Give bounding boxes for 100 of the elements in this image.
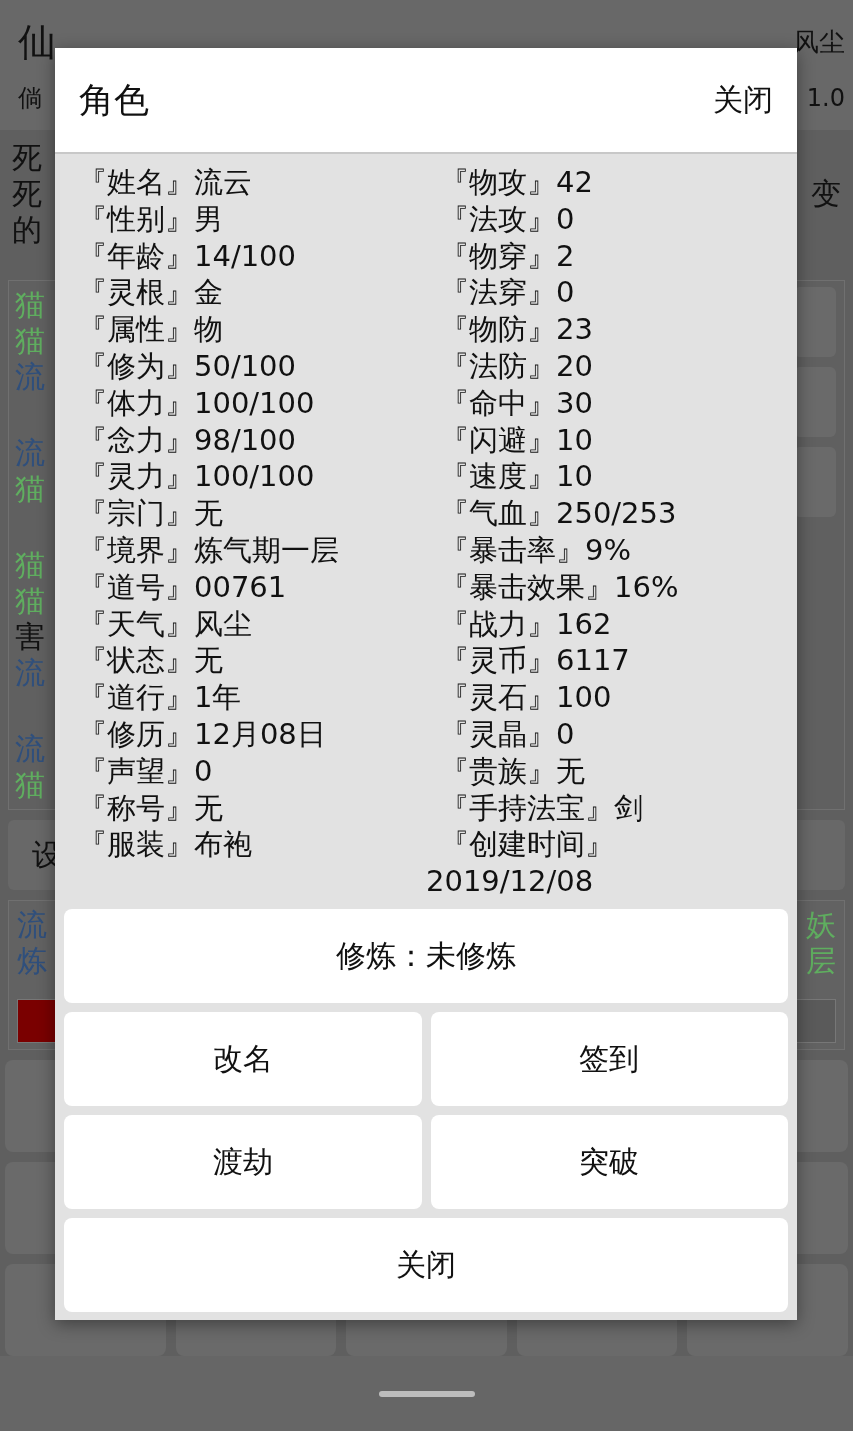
stat-label: 『属性』 (78, 311, 194, 348)
stat-value: 金 (194, 274, 223, 312)
stat-value: 100/100 (194, 384, 315, 422)
stat-label: 『气血』 (440, 495, 556, 532)
stat-value: 流云 (194, 164, 252, 201)
stat-value: 1年 (194, 679, 242, 716)
stat-value: 100/100 (194, 458, 315, 496)
stat-value: 2019/12/08 (426, 863, 595, 900)
stat-label: 『灵币』 (440, 642, 556, 680)
subtitle: 倘 (18, 82, 42, 114)
stat-value: 0 (556, 715, 575, 753)
stat-value: 无 (194, 495, 223, 532)
stat-value: 0 (556, 274, 575, 312)
stat-value: 剑 (614, 789, 643, 827)
stat-value: 0 (556, 200, 575, 238)
log-text: 死 (12, 176, 42, 212)
battle-log-text: 猫 (15, 547, 45, 583)
stat-value: 风尘 (194, 605, 252, 643)
stat-label: 『法防』 (440, 348, 556, 385)
action-button[interactable]: 改名 (64, 1012, 422, 1106)
stat-value: 16% (614, 568, 679, 606)
stat-label: 『性别』 (78, 200, 194, 238)
stat-label: 『修历』 (78, 715, 194, 753)
stat-label: 『宗门』 (78, 495, 194, 532)
log-text: 变 (811, 176, 841, 212)
stat-value: 10 (556, 421, 593, 459)
stat-label: 『修为』 (78, 348, 194, 385)
stat-value: 42 (556, 164, 593, 201)
battle-log-text: 害 (15, 619, 45, 655)
stat-value: 无 (556, 752, 585, 790)
stat-label: 『体力』 (78, 384, 194, 422)
stat-value: 炼气期一层 (194, 531, 339, 569)
info-text: 妖 (806, 907, 836, 943)
dialog-title: 角色 (79, 78, 149, 122)
battle-log-text: 猫 (15, 323, 45, 359)
stat-value: 100 (556, 679, 612, 716)
home-indicator[interactable] (378, 1390, 475, 1397)
close-button[interactable]: 关闭 (64, 1218, 788, 1312)
stat-value: 9% (585, 531, 631, 569)
stat-label: 『手持法宝』 (440, 789, 614, 827)
stat-value: 50/100 (194, 348, 297, 385)
action-button[interactable]: 渡劫 (64, 1115, 422, 1209)
close-link[interactable]: 关闭 (713, 79, 773, 121)
action-button[interactable]: 突破 (430, 1115, 788, 1209)
stat-value: 20 (556, 348, 593, 385)
stat-label: 『命中』 (440, 384, 556, 422)
stat-label: 『暴击效果』 (440, 568, 614, 606)
stat-value: 无 (194, 642, 223, 680)
version-label: 1.0 (806, 83, 845, 112)
stat-value: 14/100 (194, 237, 297, 275)
stat-value: 162 (556, 605, 612, 643)
battle-log-text: 猫 (15, 471, 45, 507)
stat-value: 10 (556, 458, 593, 496)
stat-label: 『道号』 (78, 568, 194, 606)
stat-value: 98/100 (194, 421, 297, 459)
stat-label: 『姓名』 (78, 164, 194, 201)
stat-label: 『物防』 (440, 311, 556, 348)
stat-value: 男 (194, 200, 223, 238)
stat-label: 『物穿』 (440, 237, 556, 275)
stat-value: 布袍 (194, 826, 252, 864)
stat-label: 『灵力』 (78, 458, 194, 496)
stat-label: 『法穿』 (440, 274, 556, 312)
stat-value: 2 (556, 237, 575, 275)
stat-label: 『灵石』 (440, 679, 556, 716)
stat-value: 无 (194, 789, 223, 827)
stat-label: 『道行』 (78, 679, 194, 716)
stat-label: 『贵族』 (440, 752, 556, 790)
battle-log-text: 猫 (15, 583, 45, 619)
stat-label: 『服装』 (78, 826, 194, 864)
battle-log-text: 猫 (15, 767, 45, 803)
side-button[interactable] (794, 367, 836, 437)
stat-label: 『灵根』 (78, 274, 194, 312)
stat-value: 0 (194, 752, 213, 790)
app-title: 仙 (18, 18, 56, 66)
stat-value: 23 (556, 311, 593, 348)
stat-label: 『创建时间』 (440, 826, 614, 864)
stat-value: 00761 (194, 568, 287, 606)
side-button[interactable] (794, 287, 836, 357)
stat-value: 12月08日 (194, 715, 326, 753)
stat-label: 『声望』 (78, 752, 194, 790)
cultivate-button[interactable]: 修炼：未修炼 (64, 909, 788, 1003)
info-text: 层 (806, 943, 836, 979)
weather-label: 风尘 (793, 25, 845, 59)
stat-label: 『状态』 (78, 642, 194, 680)
stat-label: 『闪避』 (440, 421, 556, 459)
stat-label: 『念力』 (78, 421, 194, 459)
stat-label: 『物攻』 (440, 164, 556, 201)
log-text: 死 (12, 140, 42, 176)
stat-label: 『灵晶』 (440, 715, 556, 753)
stat-label: 『境界』 (78, 531, 194, 569)
action-button[interactable]: 签到 (430, 1012, 788, 1106)
log-text: 的 (12, 212, 42, 248)
stat-label: 『法攻』 (440, 200, 556, 238)
stat-value: 6117 (556, 642, 630, 680)
stat-label: 『战力』 (440, 605, 556, 643)
stat-label: 『年龄』 (78, 237, 194, 275)
side-button[interactable] (794, 447, 836, 517)
stat-value: 物 (194, 311, 223, 348)
stat-label: 『速度』 (440, 458, 556, 496)
stat-label: 『称号』 (78, 789, 194, 827)
